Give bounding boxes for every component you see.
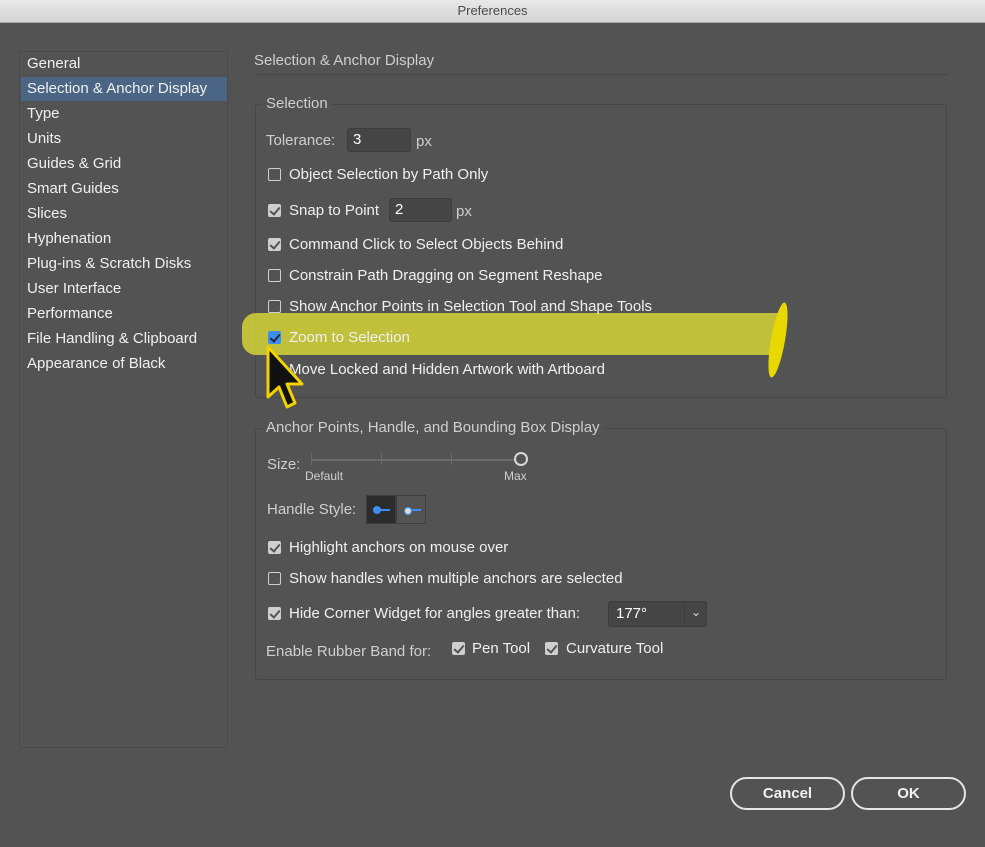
window-title: Preferences	[457, 3, 528, 18]
handle-line-icon	[380, 509, 390, 511]
handle-style-solid-button[interactable]	[366, 495, 396, 524]
sidebar-item-units[interactable]: Units	[21, 127, 227, 151]
rubber-band-label: Enable Rubber Band for:	[266, 643, 432, 660]
command-click-checkbox[interactable]	[268, 238, 281, 251]
size-slider-track[interactable]	[311, 459, 517, 461]
size-min-label: Default	[305, 469, 344, 483]
snap-to-point-input[interactable]: 2	[389, 198, 452, 222]
chevron-down-icon[interactable]: ⌄	[691, 605, 701, 619]
size-slider-tick	[451, 453, 452, 465]
handle-style-hollow-button[interactable]	[396, 495, 426, 524]
show-anchor-points-label: Show Anchor Points in Selection Tool and…	[289, 298, 653, 315]
sidebar-item-appearance-of-black[interactable]: Appearance of Black	[21, 352, 227, 376]
size-max-label: Max	[504, 469, 527, 483]
tolerance-input[interactable]: 3	[347, 128, 411, 152]
sidebar-item-smart-guides[interactable]: Smart Guides	[21, 177, 227, 201]
sidebar-item-guides-grid[interactable]: Guides & Grid	[21, 152, 227, 176]
pen-tool-label: Pen Tool	[472, 640, 531, 657]
size-label: Size:	[267, 456, 301, 473]
curvature-tool-label: Curvature Tool	[566, 640, 664, 657]
preferences-sidebar: General Selection & Anchor Display Type …	[19, 51, 228, 748]
snap-to-point-checkbox[interactable]	[268, 204, 281, 217]
command-click-label: Command Click to Select Objects Behind	[289, 236, 564, 253]
zoom-to-selection-label: Zoom to Selection	[289, 329, 410, 346]
cancel-button[interactable]: Cancel	[730, 777, 845, 810]
handle-style-label: Handle Style:	[267, 501, 357, 518]
sidebar-item-performance[interactable]: Performance	[21, 302, 227, 326]
size-slider-knob[interactable]	[514, 452, 528, 466]
sidebar-item-slices[interactable]: Slices	[21, 202, 227, 226]
tolerance-label: Tolerance:	[266, 132, 336, 149]
highlight-anchors-checkbox[interactable]	[268, 541, 281, 554]
constrain-path-checkbox[interactable]	[268, 269, 281, 282]
constrain-path-label: Constrain Path Dragging on Segment Resha…	[289, 267, 603, 284]
corner-angle-dropdown[interactable]: 177° ⌄	[608, 601, 707, 627]
snap-to-point-unit: px	[456, 203, 472, 220]
snap-to-point-label: Snap to Point	[289, 202, 380, 219]
show-handles-multi-checkbox[interactable]	[268, 572, 281, 585]
show-anchor-points-checkbox[interactable]	[268, 300, 281, 313]
sidebar-item-file-handling-clipboard[interactable]: File Handling & Clipboard	[21, 327, 227, 351]
window-titlebar: Preferences	[0, 0, 985, 23]
dropdown-separator	[684, 602, 685, 626]
sidebar-item-user-interface[interactable]: User Interface	[21, 277, 227, 301]
corner-angle-value: 177°	[616, 605, 648, 622]
object-selection-by-path-label: Object Selection by Path Only	[289, 166, 489, 183]
show-handles-multi-label: Show handles when multiple anchors are s…	[289, 570, 623, 587]
highlight-anchors-label: Highlight anchors on mouse over	[289, 539, 509, 556]
move-locked-label: Move Locked and Hidden Artwork with Artb…	[289, 361, 606, 378]
hide-corner-widget-label: Hide Corner Widget for angles greater th…	[289, 605, 580, 622]
sidebar-item-selection-anchor-display[interactable]: Selection & Anchor Display	[21, 77, 227, 101]
page-title: Selection & Anchor Display	[254, 52, 435, 69]
sidebar-item-hyphenation[interactable]: Hyphenation	[21, 227, 227, 251]
hollow-handle-icon	[404, 507, 412, 515]
zoom-to-selection-checkbox[interactable]	[268, 331, 281, 344]
hide-corner-widget-checkbox[interactable]	[268, 607, 281, 620]
mouse-cursor-icon	[266, 345, 304, 409]
ok-button[interactable]: OK	[851, 777, 966, 810]
sidebar-item-type[interactable]: Type	[21, 102, 227, 126]
anchor-display-group-legend: Anchor Points, Handle, and Bounding Box …	[262, 419, 604, 436]
size-slider-tick	[381, 453, 382, 465]
curvature-tool-checkbox[interactable]	[545, 642, 558, 655]
sidebar-item-plugins-scratch-disks[interactable]: Plug-ins & Scratch Disks	[21, 252, 227, 276]
selection-group-legend: Selection	[262, 95, 332, 112]
tolerance-unit: px	[416, 133, 432, 150]
handle-line-icon	[412, 509, 421, 511]
pen-tool-checkbox[interactable]	[452, 642, 465, 655]
title-divider	[254, 74, 948, 75]
size-slider-tick	[311, 453, 312, 465]
object-selection-by-path-checkbox[interactable]	[268, 168, 281, 181]
sidebar-item-general[interactable]: General	[21, 52, 227, 76]
